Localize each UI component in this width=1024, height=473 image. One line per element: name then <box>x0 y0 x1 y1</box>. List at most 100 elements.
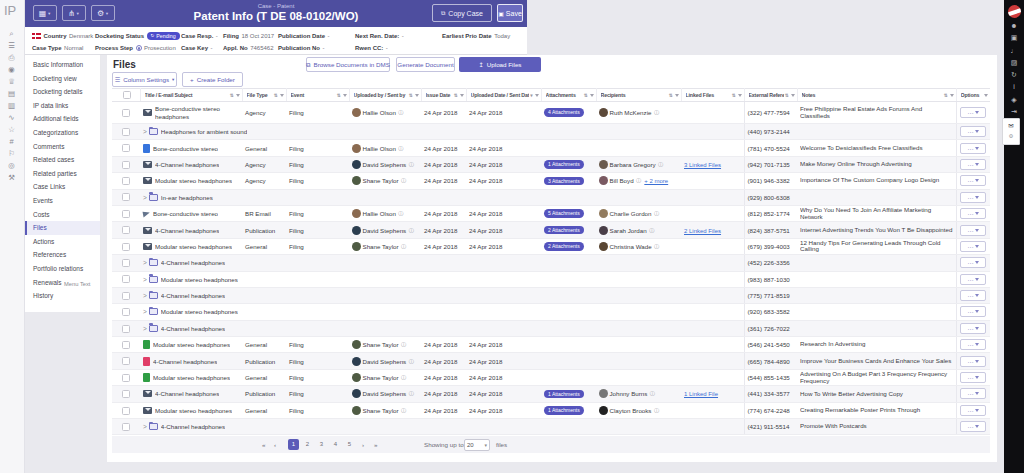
row-checkbox[interactable] <box>122 243 130 251</box>
options-button[interactable]: ⋯ <box>960 208 986 219</box>
column-header-check[interactable] <box>112 89 140 102</box>
row-checkbox[interactable] <box>122 128 130 136</box>
sidebar-item-related-cases[interactable]: Related cases <box>25 153 100 167</box>
filter-icon[interactable] <box>590 94 594 97</box>
save-button[interactable]: ▣Save <box>497 4 523 22</box>
info-icon[interactable]: ⓘ <box>654 109 659 116</box>
info-icon[interactable]: ⓘ <box>398 109 403 116</box>
history-icon[interactable]: ↻ <box>1004 69 1024 81</box>
column-header-event[interactable]: Event⇅ <box>286 89 349 102</box>
row-checkbox[interactable] <box>122 144 130 152</box>
filter-icon[interactable] <box>460 94 464 97</box>
info-icon[interactable]: ⓘ <box>649 227 654 234</box>
info-icon[interactable]: i <box>1004 81 1024 93</box>
sidebar-item-ip-data-links[interactable]: IP data links <box>25 99 100 113</box>
hash-icon[interactable]: # <box>0 136 23 148</box>
title-cell[interactable]: >4-Channel headphones <box>140 320 744 336</box>
user-icon[interactable]: ☻ <box>1004 20 1024 32</box>
title-cell[interactable]: Modular stereo headphones <box>140 238 242 254</box>
column-settings-button[interactable]: ☰Column Settings▾ <box>112 72 177 87</box>
title-cell[interactable]: Modular stereo headphones <box>140 402 242 418</box>
info-icon[interactable]: ⓘ <box>636 177 641 184</box>
expand-chevron-icon[interactable]: > <box>143 259 147 266</box>
screenshot-icon[interactable]: ▨ <box>1004 57 1024 69</box>
filter-icon[interactable] <box>415 94 419 97</box>
next-page-button[interactable]: › <box>362 441 364 448</box>
linked-files-link[interactable]: 2 Linked Files <box>684 228 721 234</box>
row-checkbox[interactable] <box>122 390 130 398</box>
filter-icon[interactable] <box>791 94 795 97</box>
info-icon[interactable]: ⓘ <box>409 161 414 168</box>
column-header-uploaded_date[interactable]: Uploaded Date / Sent Date▾ <box>466 89 541 102</box>
filter-icon[interactable] <box>738 94 742 97</box>
hierarchy-icon-button[interactable]: ⋔▼ <box>62 5 86 21</box>
sidebar-item-references[interactable]: References <box>25 248 100 262</box>
generate-document-button[interactable]: Generate Document <box>396 57 455 72</box>
linked-files-link[interactable]: 3 Linked Files <box>684 162 721 168</box>
previous-page-button[interactable]: ‹ <box>274 441 276 448</box>
diamond-icon[interactable]: ◈ <box>1004 94 1024 106</box>
options-button[interactable]: ⋯ <box>960 126 986 137</box>
expand-chevron-icon[interactable]: > <box>143 308 147 315</box>
column-header-issue_date[interactable]: Issue Date⇅ <box>421 89 466 102</box>
more-recipients-link[interactable]: + 2 more <box>644 178 668 184</box>
title-cell[interactable]: >In-ear headphones <box>140 189 744 205</box>
list-icon[interactable]: ☰ <box>0 40 23 52</box>
settings-icon-button[interactable]: ⚙▼ <box>91 5 115 21</box>
expand-chevron-icon[interactable]: > <box>143 423 147 430</box>
card-icon[interactable]: ▣ <box>1004 32 1024 44</box>
row-checkbox[interactable] <box>122 193 130 201</box>
select-all-checkbox[interactable] <box>123 91 131 99</box>
attachments-badge[interactable]: 1 Attachments <box>544 160 584 169</box>
filter-icon[interactable] <box>236 94 240 97</box>
attachments-badge[interactable]: 5 Attachments <box>544 209 584 218</box>
info-icon[interactable]: ⓘ <box>401 177 406 184</box>
tools-icon[interactable]: ⚒ <box>0 172 23 184</box>
options-button[interactable]: ⋯ <box>960 372 986 383</box>
database-icon[interactable]: ▥ <box>0 100 23 112</box>
chart-icon[interactable]: ∿ <box>0 112 23 124</box>
page-button-3[interactable]: 3 <box>316 439 327 450</box>
title-cell[interactable]: 4-Channel headphones <box>140 156 242 172</box>
sidebar-item-comments[interactable]: Comments <box>25 140 100 154</box>
document-icon[interactable]: ▤ <box>0 88 23 100</box>
attachments-badge[interactable]: 1 Attachments <box>544 390 584 399</box>
title-cell[interactable]: Bone-conductive stereo <box>140 205 242 221</box>
info-icon[interactable]: ⓘ <box>654 210 659 217</box>
row-checkbox[interactable] <box>122 341 130 349</box>
title-cell[interactable]: Modular stereo headphones <box>140 173 242 189</box>
linked-files-link[interactable]: 1 Linked File <box>684 391 718 397</box>
options-button[interactable]: ⋯ <box>960 388 986 399</box>
page-button-1[interactable]: 1 <box>288 439 299 450</box>
row-checkbox[interactable] <box>122 423 130 431</box>
title-cell[interactable]: Bone-conductive stereo <box>140 140 242 156</box>
sidebar-item-additional-fields[interactable]: Additional fields <box>25 112 100 126</box>
options-button[interactable]: ⋯ <box>960 143 986 154</box>
column-header-file_type[interactable]: File Type⇅ <box>242 89 286 102</box>
title-cell[interactable]: Modular stereo headphones <box>140 369 242 385</box>
row-checkbox[interactable] <box>122 325 130 333</box>
row-checkbox[interactable] <box>122 161 130 169</box>
title-cell[interactable]: 4-Channel headphones <box>140 222 242 238</box>
info-icon[interactable]: ⓘ <box>398 210 403 217</box>
extension-notch[interactable]: ✉ ⚙ <box>1002 118 1020 145</box>
filter-icon[interactable] <box>984 94 988 97</box>
options-button[interactable]: ⋯ <box>960 175 986 186</box>
title-cell[interactable]: >Headphones for ambient sound <box>140 124 744 140</box>
options-button[interactable]: ⋯ <box>960 290 986 301</box>
filter-icon[interactable] <box>343 94 347 97</box>
expand-chevron-icon[interactable]: > <box>143 325 147 332</box>
attachments-badge[interactable]: 4 Attachments <box>544 108 584 117</box>
sidebar-item-files[interactable]: Files <box>25 221 100 235</box>
row-checkbox[interactable] <box>122 177 130 185</box>
filter-icon[interactable] <box>535 94 539 97</box>
title-cell[interactable]: Modular stereo headphones <box>140 337 242 353</box>
signout-icon[interactable]: ⇥ <box>1004 106 1024 118</box>
title-cell[interactable]: >4-Channel headphones <box>140 287 744 303</box>
options-button[interactable]: ⋯ <box>960 159 986 170</box>
sidebar-item-categorizations[interactable]: Categorizations <box>25 126 100 140</box>
sidebar-item-costs[interactable]: Costs <box>25 208 100 222</box>
row-checkbox[interactable] <box>122 210 130 218</box>
page-button-4[interactable]: 4 <box>330 439 341 450</box>
info-icon[interactable]: ⓘ <box>658 161 663 168</box>
